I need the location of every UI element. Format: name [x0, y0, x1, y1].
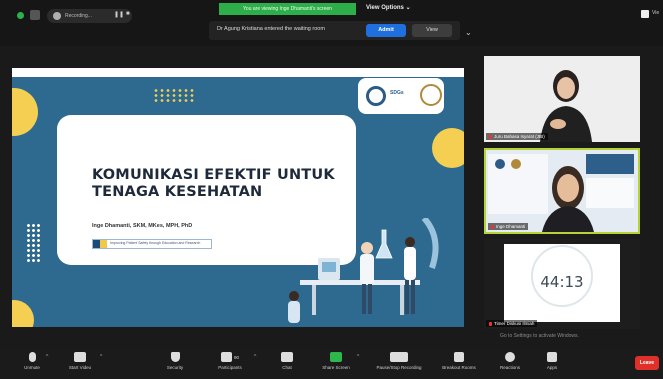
apps-icon — [547, 352, 557, 362]
admit-button[interactable]: Admit — [366, 24, 406, 37]
participant-name: Juru Bahasa Isyarat (JBI) — [486, 133, 548, 140]
participants-label: Participants — [218, 365, 242, 370]
tagline-bar — [100, 240, 107, 248]
share-screen-button[interactable]: Share Screen — [314, 352, 358, 370]
decorative-circle — [12, 300, 34, 327]
recording-label: Recording... — [65, 13, 92, 19]
activate-windows-watermark: Go to Settings to activate Windows. — [500, 333, 579, 339]
stop-icon[interactable]: ■ — [126, 11, 130, 17]
view-icon[interactable] — [641, 10, 649, 18]
participants-icon — [220, 352, 232, 362]
emblem-icon — [420, 84, 442, 106]
university-logos: SDGs — [358, 78, 444, 114]
presentation-slide: SDGs KOMUNIKASI EFEKTIF UNTUK TENAGA KES… — [12, 68, 464, 327]
timer-value: 44:13 — [540, 273, 584, 291]
shield-icon — [170, 352, 180, 362]
muted-mic-icon — [491, 224, 494, 229]
recording-icon — [390, 352, 408, 362]
chevron-up-icon[interactable]: ^ — [100, 354, 102, 360]
participant-name: Inge Dhamanti — [488, 223, 529, 230]
chat-button[interactable]: Chat — [265, 352, 309, 370]
participant-video — [484, 56, 640, 142]
chat-label: Chat — [282, 365, 292, 370]
share-screen-label: Share Screen — [322, 365, 350, 370]
muted-mic-icon — [489, 321, 492, 326]
slide-tagline-box: Improving Patient Safety through Educati… — [92, 239, 212, 249]
sdgs-logo: SDGs — [390, 90, 404, 96]
participants-button[interactable]: 90 Participants — [208, 352, 252, 370]
participant-tile-active-speaker[interactable]: Inge Dhamanti — [484, 148, 640, 234]
slide-author: Inge Dhamanti, SKM, MKes, MPH, PhD — [92, 223, 193, 229]
breakout-rooms-button[interactable]: Breakout Rooms — [437, 352, 481, 370]
apps-button[interactable]: Apps — [530, 352, 574, 370]
chevron-up-icon[interactable]: ^ — [46, 354, 48, 360]
decorative-dots — [153, 88, 195, 102]
decorative-circle — [12, 88, 38, 136]
chevron-up-icon[interactable]: ^ — [357, 354, 359, 360]
lab-illustration — [288, 218, 439, 323]
breakout-rooms-label: Breakout Rooms — [442, 365, 476, 370]
chevron-up-icon[interactable]: ^ — [254, 354, 256, 360]
participants-count: 90 — [233, 354, 239, 360]
recording-icon — [53, 12, 61, 20]
chat-icon — [281, 352, 293, 362]
participant-name: Timer Diskusi Ilmiah — [486, 320, 538, 327]
view-waiting-room-button[interactable]: View — [412, 24, 452, 37]
muted-mic-icon — [489, 134, 492, 139]
university-seal-icon — [366, 86, 386, 106]
leave-button[interactable]: Leave — [635, 356, 659, 370]
slide-top-strip — [12, 68, 464, 77]
pause-stop-recording-button[interactable]: Pause/Stop Recording — [372, 352, 426, 370]
reactions-label: Reactions — [499, 365, 520, 370]
participant-tile-interpreter[interactable]: Juru Bahasa Isyarat (JBI) — [484, 56, 640, 142]
start-video-label: Start Video — [68, 365, 92, 370]
top-bar: Recording... ❚❚ ■ You are viewing Inge D… — [0, 0, 663, 46]
decorative-dots — [26, 223, 40, 263]
viewing-screen-banner: You are viewing Inge Dhamanti's screen — [219, 3, 356, 15]
apps-label: Apps — [546, 365, 558, 370]
window-icon[interactable] — [30, 10, 40, 20]
shared-screen: SDGs KOMUNIKASI EFEKTIF UNTUK TENAGA KES… — [12, 55, 464, 347]
reactions-button[interactable]: Reactions — [488, 352, 532, 370]
reactions-icon — [505, 352, 515, 362]
slide-title-line-2: TENAGA KESEHATAN — [92, 184, 263, 200]
notification-chevron-icon[interactable]: ⌄ — [465, 28, 472, 37]
security-button[interactable]: Security — [153, 352, 197, 370]
chevron-down-icon: ⌄ — [405, 5, 411, 11]
microphone-icon — [28, 352, 36, 362]
participant-tile-timer[interactable]: 44:13 Timer Diskusi Ilmiah — [484, 239, 640, 329]
status-dot-icon — [17, 12, 24, 19]
breakout-rooms-icon — [454, 352, 464, 362]
slide-tagline: Improving Patient Safety through Educati… — [110, 241, 201, 245]
unmute-label: Unmute — [24, 365, 40, 370]
waiting-room-message: Dr Agung Kristiana entered the waiting r… — [217, 26, 325, 32]
slide-title: KOMUNIKASI EFEKTIF UNTUK TENAGA KESEHATA… — [92, 167, 352, 201]
start-video-button[interactable]: Start Video — [58, 352, 102, 370]
security-label: Security — [166, 365, 184, 370]
view-options-label: View Options — [366, 5, 404, 11]
waiting-room-notification: Dr Agung Kristiana entered the waiting r… — [209, 21, 460, 40]
view-options-button[interactable]: View Options ⌄ — [366, 4, 411, 11]
view-label[interactable]: Vie — [652, 10, 659, 16]
decorative-circle — [432, 128, 464, 168]
timer-display: 44:13 — [504, 244, 620, 322]
pause-stop-recording-label: Pause/Stop Recording — [376, 365, 422, 370]
meeting-toolbar: Unmute ^ Start Video ^ Security 90 Parti… — [0, 349, 663, 379]
tagline-bar — [93, 240, 100, 248]
slide-title-line-1: KOMUNIKASI EFEKTIF UNTUK — [92, 167, 335, 183]
video-icon — [74, 352, 86, 362]
share-screen-icon — [330, 352, 342, 362]
participant-video — [486, 150, 638, 232]
pause-icon[interactable]: ❚❚ — [114, 11, 124, 18]
